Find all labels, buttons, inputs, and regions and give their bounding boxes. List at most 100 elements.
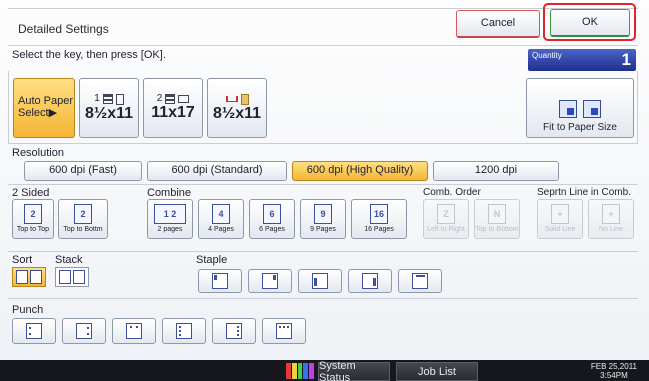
separation-solid-line-button[interactable]: + Solid Line (537, 199, 583, 239)
punch-right-2-icon (76, 323, 92, 339)
punch-left-3-button[interactable] (162, 318, 206, 344)
punch-top-3-icon (276, 323, 292, 339)
indicator-bar (286, 363, 291, 379)
staple-top-left-icon (212, 273, 228, 289)
indicator-bar (309, 363, 314, 379)
resolution-600-high-quality-button[interactable]: 600 dpi (High Quality) (292, 161, 428, 181)
combine-6-pages-button[interactable]: 6 6 Pages (249, 199, 295, 239)
fit-to-paper-size-button[interactable]: Fit to Paper Size (526, 78, 634, 138)
staple-top-right-button[interactable] (248, 269, 292, 293)
quantity-value: 1 (621, 50, 631, 69)
combine-2-pages-button[interactable]: 1 2 2 pages (147, 199, 193, 239)
job-list-button[interactable]: Job List (396, 362, 478, 381)
drawer-paper-icon (240, 93, 249, 105)
punch-top-2-icon (126, 323, 142, 339)
combine-9-icon: 9 (314, 204, 332, 225)
section-divider (8, 298, 638, 299)
auto-paper-label-1: Auto Paper (18, 95, 74, 108)
punch-right-3-icon (226, 323, 242, 339)
staple-top-right-icon (262, 273, 278, 289)
paper-size: 11x17 (151, 104, 195, 122)
top-to-bottom-label: Top to Bottm (63, 226, 103, 234)
indicator-bar (303, 363, 309, 379)
staple-left-2-button[interactable] (298, 269, 342, 293)
staple-label: Staple (196, 254, 228, 266)
tray-number: 1 (94, 92, 100, 104)
punch-top-3-button[interactable] (262, 318, 306, 344)
combine-16-pages-button[interactable]: 16 16 Pages (351, 199, 407, 239)
date-time-display: FEB 25,2011 3:54PM (591, 362, 637, 380)
resolution-1200-button[interactable]: 1200 dpi (433, 161, 559, 181)
resolution-600-fast-button[interactable]: 600 dpi (Fast) (24, 161, 142, 181)
no-line-icon: + (602, 204, 620, 225)
punch-top-2-button[interactable] (112, 318, 156, 344)
system-status-button[interactable]: System Status (318, 360, 390, 381)
punch-right-2-button[interactable] (62, 318, 106, 344)
two-sided-top-to-top-button[interactable]: 2 Top to Top (12, 199, 54, 239)
staple-top-2-button[interactable] (398, 269, 442, 293)
tray-icon (102, 94, 113, 105)
punch-left-3-icon (176, 323, 192, 339)
tray-number: 2 (156, 92, 163, 104)
separation-line-label: Seprtn Line in Comb. (537, 187, 631, 198)
combine-16-label: 16 Pages (364, 226, 394, 234)
portrait-paper-icon (115, 93, 124, 105)
date-text: FEB 25,2011 (590, 362, 637, 371)
time-text: 3:54PM (600, 371, 628, 380)
separation-no-line-button[interactable]: + No Line (588, 199, 634, 239)
staple-right-2-button[interactable] (348, 269, 392, 293)
paper-bypass-button[interactable]: 8½x11 (207, 78, 267, 138)
stack-page-icon (59, 270, 71, 284)
ok-button[interactable]: OK (550, 9, 630, 37)
instruction-text: Select the key, then press [OK]. (12, 49, 166, 61)
two-sided-top-to-bottom-button[interactable]: 2 Top to Bottm (58, 199, 108, 239)
combine-2-label: 2 pages (157, 226, 183, 234)
top-to-bottom-order-label: Top to Bottom (475, 226, 519, 234)
top-to-top-icon: 2 (24, 204, 42, 225)
cancel-button[interactable]: Cancel (456, 10, 540, 38)
combine-16-icon: 16 (370, 204, 388, 225)
combine-9-pages-button[interactable]: 9 9 Pages (300, 199, 346, 239)
combine-2-icon: 1 2 (154, 204, 186, 225)
comb-order-left-right-button[interactable]: Z Left to Right (423, 199, 469, 239)
combine-4-label: 4 Pages (208, 226, 234, 234)
staple-left-icon (312, 273, 328, 289)
no-line-label: No Line (598, 226, 624, 234)
punch-right-3-button[interactable] (212, 318, 256, 344)
taskbar: System Status Job List FEB 25,2011 3:54P… (0, 360, 649, 381)
tray-icon (165, 94, 176, 105)
combine-4-icon: 4 (212, 204, 230, 225)
page-title: Detailed Settings (18, 22, 109, 36)
paper-tray-1-button[interactable]: 1 8½x11 (79, 78, 139, 138)
paper-size: 8½x11 (212, 104, 262, 122)
punch-label: Punch (12, 304, 44, 316)
auto-paper-select-button[interactable]: Auto Paper Select▶ (13, 78, 75, 138)
quantity-label: Quantity (532, 51, 562, 60)
combine-9-label: 9 Pages (310, 226, 336, 234)
top-to-bottom-order-icon: N (488, 204, 506, 225)
punch-left-2-button[interactable] (12, 318, 56, 344)
staple-right-icon (362, 273, 378, 289)
punch-left-2-icon (26, 323, 42, 339)
paper-size: 8½x11 (84, 104, 134, 122)
resolution-600-standard-button[interactable]: 600 dpi (Standard) (147, 161, 287, 181)
quantity-display: Quantity 1 (528, 49, 636, 71)
staple-top-left-button[interactable] (198, 269, 242, 293)
paper-tray-2-button[interactable]: 2 11x17 (143, 78, 203, 138)
stack-button[interactable] (55, 267, 89, 287)
system-status-indicator-icon (286, 363, 314, 379)
staple-top-icon (412, 273, 428, 289)
solid-line-icon: + (551, 204, 569, 225)
resolution-label: Resolution (12, 147, 64, 159)
combine-4-pages-button[interactable]: 4 4 Pages (198, 199, 244, 239)
fit-to-paper-label: Fit to Paper Size (543, 121, 617, 133)
bypass-tray-icon (225, 96, 238, 103)
top-to-bottom-icon: 2 (74, 204, 92, 225)
section-divider (8, 251, 638, 252)
comb-order-top-bottom-button[interactable]: N Top to Bottom (474, 199, 520, 239)
indicator-bar (297, 363, 303, 379)
two-sided-label: 2 Sided (12, 187, 50, 199)
detailed-settings-screen: Detailed Settings Cancel OK Select the k… (0, 0, 649, 381)
sort-button[interactable] (12, 267, 46, 287)
landscape-paper-icon (178, 95, 190, 104)
